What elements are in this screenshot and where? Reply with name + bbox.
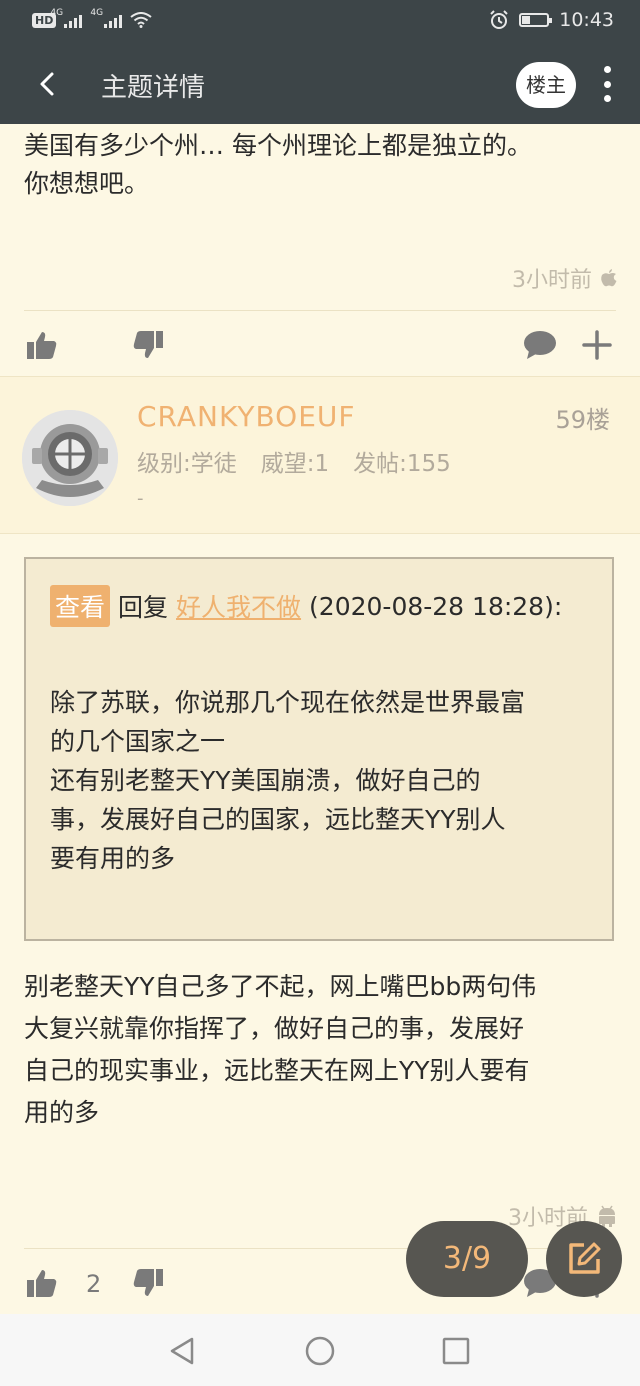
signal-icon: 4G xyxy=(90,8,123,28)
post-line: 别老整天YY自己多了不起，网上嘴巴bb两句伟 xyxy=(24,972,537,1001)
quote-line: 要有用的多 xyxy=(50,844,176,873)
quote-line: 的几个国家之一 xyxy=(50,727,226,756)
user-post-count: 发帖:155 xyxy=(353,451,451,477)
avatar[interactable] xyxy=(22,410,118,506)
quote-block: 查看 回复 好人我不做 (2020-08-28 18:28): 除了苏联，你说那… xyxy=(24,557,614,941)
nav-recents-icon[interactable] xyxy=(442,1337,470,1369)
quote-content: 除了苏联，你说那几个现在依然是世界最富 的几个国家之一 还有别老整天YY美国崩溃… xyxy=(50,683,598,878)
signal-icon: 4G xyxy=(50,8,83,28)
post-time: 3小时前 xyxy=(512,262,618,294)
plus-icon[interactable] xyxy=(582,330,612,360)
post-line: 自己的现实事业，远比整天在网上YY别人要有 xyxy=(24,1056,530,1085)
user-level: 级别:学徒 xyxy=(137,451,237,477)
user-signature: - xyxy=(137,488,144,509)
quote-header: 查看 回复 好人我不做 (2020-08-28 18:28): xyxy=(50,585,562,627)
quote-line: 还有别老整天YY美国崩溃，做好自己的 xyxy=(50,766,481,795)
post-line: 美国有多少个州… 每个州理论上都是独立的。 xyxy=(24,131,532,160)
reply-label: 回复 xyxy=(118,593,169,622)
owner-only-button[interactable]: 楼主 xyxy=(516,62,576,108)
battery-icon xyxy=(519,13,553,27)
system-nav-bar xyxy=(0,1314,640,1386)
username[interactable]: CRANKYBOEUF xyxy=(137,400,355,433)
view-quote-button[interactable]: 查看 xyxy=(50,585,111,627)
edit-icon[interactable] xyxy=(546,1221,622,1297)
quoted-user-link[interactable]: 好人我不做 xyxy=(176,588,301,624)
thumbs-down-icon[interactable] xyxy=(132,330,164,360)
page-title: 主题详情 xyxy=(101,73,206,103)
nav-back-icon[interactable] xyxy=(168,1336,196,1370)
post-line: 用的多 xyxy=(24,1098,100,1127)
status-bar: HD 4G 4G 10:43 xyxy=(0,0,640,44)
post-content: 美国有多少个州… 每个州理论上都是独立的。 你想想吧。 xyxy=(24,127,624,203)
alarm-icon xyxy=(490,10,508,29)
user-prestige: 威望:1 xyxy=(260,451,330,477)
quote-line: 除了苏联，你说那几个现在依然是世界最富 xyxy=(50,688,526,717)
more-vertical-icon[interactable] xyxy=(600,66,614,102)
post-line: 你想想吧。 xyxy=(24,169,150,198)
divider xyxy=(24,310,616,311)
thumbs-up-icon[interactable] xyxy=(26,330,58,360)
post-time-text: 3小时前 xyxy=(512,268,592,293)
comment-bubble-icon[interactable] xyxy=(523,330,557,360)
wifi-icon xyxy=(130,12,152,28)
divider xyxy=(24,1248,616,1249)
nav-home-icon[interactable] xyxy=(305,1336,335,1370)
status-time: 10:43 xyxy=(559,9,614,31)
like-count: 2 xyxy=(86,1270,102,1298)
post-line: 大复兴就靠你指挥了，做好自己的事，发展好 xyxy=(24,1014,525,1043)
quote-datetime: (2020-08-28 18:28): xyxy=(309,591,563,621)
post-content: 别老整天YY自己多了不起，网上嘴巴bb两句伟 大复兴就靠你指挥了，做好自己的事，… xyxy=(24,966,624,1134)
user-meta: 级别:学徒 威望:1 发帖:155 xyxy=(137,444,451,478)
apple-icon xyxy=(601,269,617,287)
thumbs-down-icon[interactable] xyxy=(132,1268,164,1298)
floor-number: 59楼 xyxy=(555,406,610,434)
thumbs-up-icon[interactable] xyxy=(26,1268,58,1298)
quote-line: 事，发展好自己的国家，远比整天YY别人 xyxy=(50,805,506,834)
back-arrow-icon[interactable] xyxy=(30,64,66,104)
page-indicator-button[interactable]: 3/9 xyxy=(406,1221,528,1297)
